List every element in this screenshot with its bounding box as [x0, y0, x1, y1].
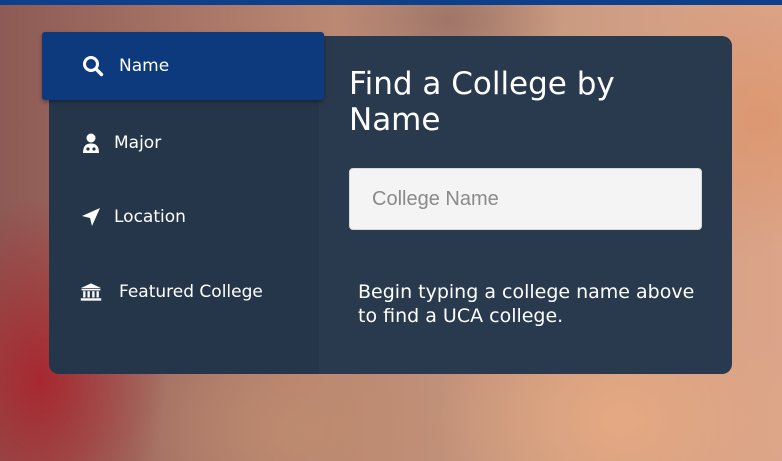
search-icon — [82, 55, 104, 77]
search-hint: Begin typing a college name above to fin… — [358, 281, 695, 327]
college-name-input[interactable] — [349, 168, 702, 230]
tab-featured-college[interactable]: Featured College — [49, 272, 319, 312]
tab-featured-college-label: Featured College — [119, 282, 263, 302]
name-search-content: Find a College by Name Begin typing a co… — [349, 36, 709, 374]
tab-name-label: Name — [119, 56, 170, 76]
institution-icon — [80, 281, 102, 303]
location-arrow-icon — [80, 206, 102, 228]
tab-location[interactable]: Location — [49, 197, 319, 237]
top-accent-bar — [0, 0, 782, 5]
tab-name[interactable]: Name — [42, 32, 324, 100]
tab-major-label: Major — [114, 133, 162, 153]
college-finder-panel: Name Major Location Featured College Fin… — [42, 32, 732, 374]
page-title: Find a College by Name — [349, 66, 615, 138]
tab-location-label: Location — [114, 207, 186, 227]
tab-major[interactable]: Major — [49, 123, 319, 163]
student-icon — [80, 132, 102, 154]
search-mode-sidebar: Name Major Location Featured College — [42, 32, 324, 374]
